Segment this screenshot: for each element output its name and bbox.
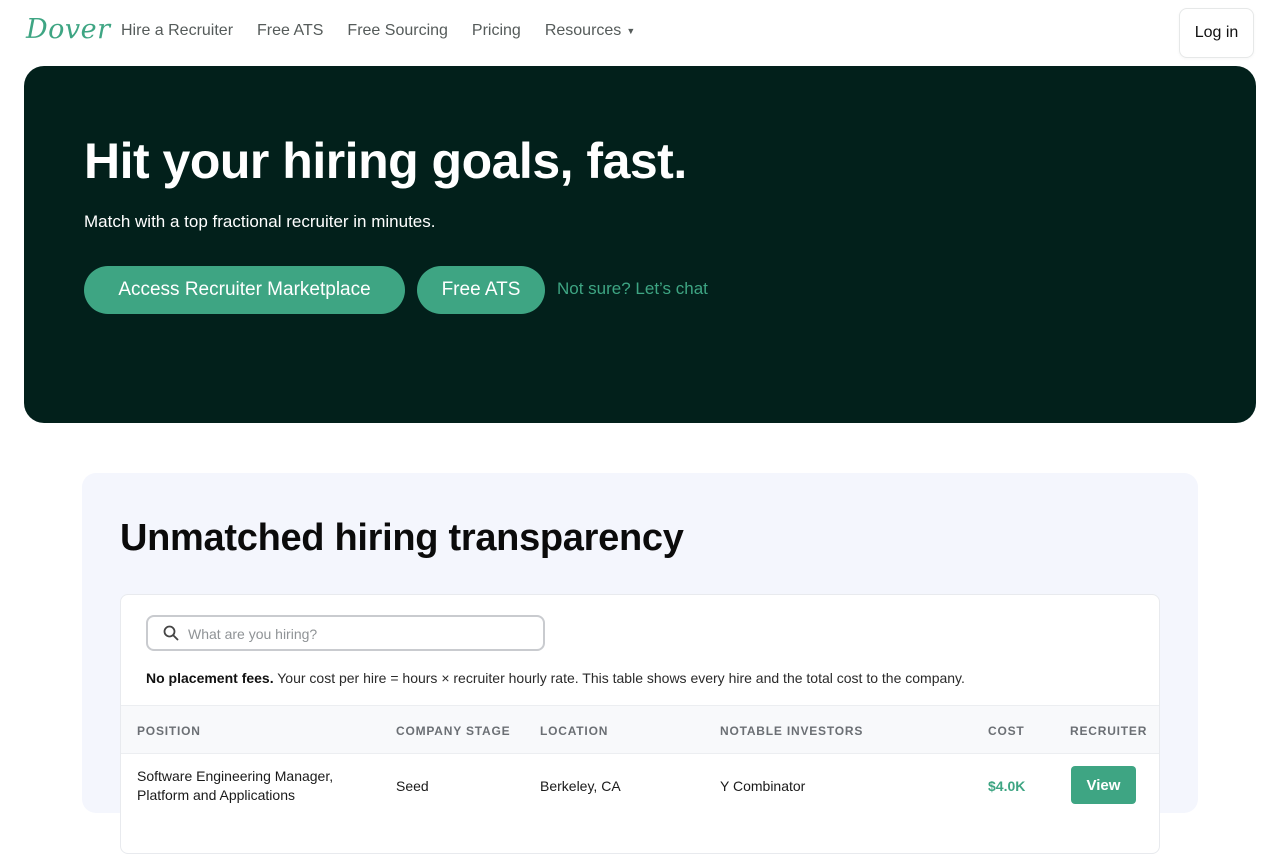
hero-title: Hit your hiring goals, fast.	[84, 133, 687, 189]
nav-link-pricing[interactable]: Pricing	[472, 22, 521, 40]
login-button[interactable]: Log in	[1179, 8, 1254, 58]
nav-links: Hire a Recruiter Free ATS Free Sourcing …	[121, 22, 659, 40]
row-cost: $4.0K	[988, 778, 1026, 794]
top-nav: Dover Hire a Recruiter Free ATS Free Sou…	[0, 0, 1280, 66]
view-recruiter-button[interactable]: View	[1071, 766, 1136, 804]
col-header-recruiter: RECRUITER	[1070, 724, 1148, 738]
col-header-location: LOCATION	[540, 724, 609, 738]
section-title: Unmatched hiring transparency	[120, 517, 684, 559]
free-ats-button[interactable]: Free ATS	[417, 266, 545, 314]
row-location: Berkeley, CA	[540, 778, 621, 794]
nav-link-resources[interactable]: Resources ▼	[545, 22, 635, 40]
nav-link-resources-label: Resources	[544, 22, 622, 39]
access-marketplace-button[interactable]: Access Recruiter Marketplace	[84, 266, 405, 314]
chat-link[interactable]: Not sure? Let’s chat	[557, 279, 708, 299]
row-investors: Y Combinator	[720, 778, 806, 794]
col-header-position: POSITION	[137, 724, 201, 738]
row-company-stage: Seed	[396, 778, 429, 794]
search-icon	[163, 625, 179, 641]
row-position-line1: Software Engineering Manager,	[137, 768, 334, 784]
nav-link-free-ats[interactable]: Free ATS	[257, 22, 323, 40]
transparency-section: Unmatched hiring transparency No placeme…	[82, 473, 1198, 854]
col-header-investors: NOTABLE INVESTORS	[720, 724, 864, 738]
nav-link-hire-recruiter[interactable]: Hire a Recruiter	[121, 22, 233, 40]
hero-banner: Hit your hiring goals, fast. Match with …	[24, 66, 1256, 423]
col-header-cost: COST	[988, 724, 1025, 738]
caret-down-icon: ▼	[626, 26, 636, 36]
hires-table-card: No placement fees. Your cost per hire = …	[120, 594, 1160, 854]
pricing-note-text: Your cost per hire = hours × recruiter h…	[273, 670, 965, 686]
search-box	[146, 615, 545, 651]
pricing-note: No placement fees. Your cost per hire = …	[146, 670, 965, 686]
table-row: Software Engineering Manager, Platform a…	[121, 754, 1159, 814]
table-header: POSITION COMPANY STAGE LOCATION NOTABLE …	[121, 705, 1159, 754]
col-header-company-stage: COMPANY STAGE	[396, 724, 511, 738]
search-input[interactable]	[188, 623, 528, 645]
dover-logo[interactable]: Dover	[26, 14, 111, 45]
nav-link-free-sourcing[interactable]: Free Sourcing	[347, 22, 448, 40]
pricing-note-bold: No placement fees.	[146, 670, 274, 686]
hero-subtitle: Match with a top fractional recruiter in…	[84, 212, 436, 231]
row-position-line2: Platform and Applications	[137, 787, 295, 803]
